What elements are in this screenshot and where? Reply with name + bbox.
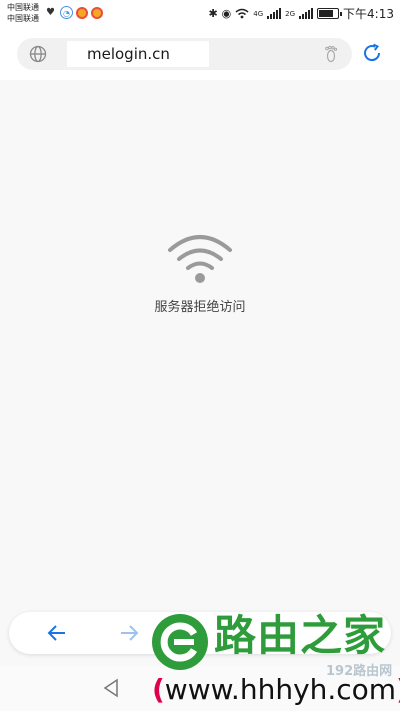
refresh-icon[interactable] xyxy=(361,42,383,64)
wifi-status-icon xyxy=(235,8,249,19)
wifi-icon xyxy=(168,235,232,283)
clock-time: 下午4:13 xyxy=(343,7,394,21)
watermark-logo-icon xyxy=(152,614,208,670)
weibo-icon-2 xyxy=(91,6,103,19)
watermark-url-text: www.hhhyh.com xyxy=(164,673,397,706)
error-message: 服务器拒绝访问 xyxy=(154,300,246,315)
carrier-1-label: 中国联通 xyxy=(7,3,39,12)
watermark-paren-open: ( xyxy=(152,673,165,706)
status-indicators: ✱ ◉ 4G 2G 下午4:13 xyxy=(208,5,394,22)
net-type-2: 2G xyxy=(285,9,296,18)
signal-2-icon xyxy=(299,8,314,19)
back-button[interactable] xyxy=(45,621,69,645)
globe-icon xyxy=(29,45,47,63)
battery-icon xyxy=(317,8,343,19)
watermark-paren-close: ) xyxy=(396,673,400,706)
weibo-icon xyxy=(76,6,88,19)
net-type-1: 4G xyxy=(253,9,264,18)
heart-icon: ♥ xyxy=(46,7,55,18)
footprint-icon[interactable] xyxy=(322,45,340,63)
address-bar-row: melogin.cn xyxy=(0,28,400,80)
watermark-url: (www.hhhyh.com) xyxy=(152,672,400,708)
error-panel: 服务器拒绝访问 xyxy=(0,232,400,315)
bluetooth-icon: ✱ xyxy=(208,7,218,20)
url-text[interactable]: melogin.cn xyxy=(67,41,209,67)
notification-icons: ♥ ◔ xyxy=(44,6,103,19)
address-bar[interactable]: melogin.cn xyxy=(17,38,352,70)
watermark-title: 路由之家 xyxy=(214,611,387,660)
eye-icon: ◉ xyxy=(221,7,232,20)
carrier-2-label: 中国联通 xyxy=(7,14,39,23)
qq-icon: ◔ xyxy=(60,6,73,19)
status-bar: 中国联通 中国联通 ♥ ◔ ✱ ◉ 4G 2G 下午4:13 xyxy=(0,0,400,28)
forward-button[interactable] xyxy=(117,621,141,645)
triangle-back-icon[interactable] xyxy=(102,678,120,698)
signal-1-icon xyxy=(267,8,282,19)
carrier-labels: 中国联通 中国联通 xyxy=(7,2,39,24)
